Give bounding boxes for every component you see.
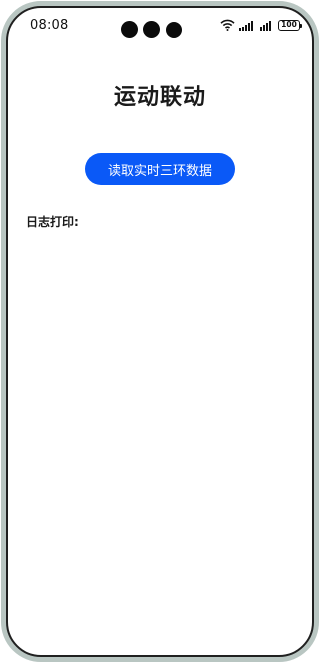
front-camera	[121, 21, 138, 38]
battery-level: 100	[281, 20, 297, 30]
wifi-icon	[220, 19, 235, 31]
battery-icon: 100	[278, 19, 302, 31]
front-camera	[166, 22, 182, 38]
log-label: 日志打印:	[26, 215, 79, 229]
status-time: 08:08	[30, 18, 69, 33]
status-bar: 08:08 100	[8, 8, 312, 44]
status-icons: 100	[220, 17, 302, 33]
cellular-signal-icon	[260, 20, 274, 31]
cellular-signal-icon	[239, 20, 256, 31]
phone-device: 08:08 100 运动联动 读取实时三环数据 日志打印:	[0, 0, 320, 663]
page-title: 运动联动	[113, 85, 206, 110]
front-camera	[143, 21, 160, 38]
app-screen: 08:08 100 运动联动 读取实时三环数据 日志打印:	[8, 8, 312, 655]
read-ring-data-button[interactable]: 读取实时三环数据	[85, 153, 235, 185]
